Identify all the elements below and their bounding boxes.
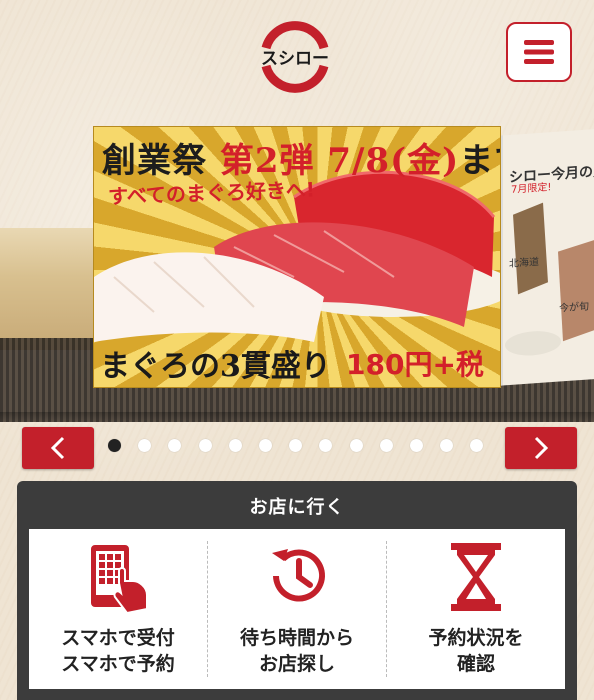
carousel-dot[interactable] [440, 439, 454, 452]
reserve-by-phone-label: スマホで受付 スマホで予約 [61, 627, 175, 675]
next-banner-note1: 北海道 [509, 256, 539, 271]
menu-button[interactable] [506, 22, 572, 82]
store-panel-title: お店に行く [249, 497, 345, 518]
chevron-left-icon [50, 436, 65, 460]
carousel-dot[interactable] [228, 439, 242, 452]
promo-carousel[interactable]: 創業祭 第2弾 7/8(金)まで! すべてのまぐろ好きへ! まぐろの3貫盛り 1… [0, 120, 594, 480]
reserve-by-phone-button[interactable]: スマホで受付 スマホで予約 [29, 529, 207, 689]
hourglass-icon [451, 543, 501, 611]
promo-banner-next[interactable]: シロー今月の太 7月限定! 北海道 今が旬 [501, 128, 594, 386]
carousel-dot[interactable] [289, 439, 303, 452]
logo-text: スシロー [261, 49, 329, 68]
carousel-dot[interactable] [349, 439, 363, 452]
carousel-dot[interactable] [138, 439, 152, 452]
chevron-right-icon [534, 436, 549, 460]
counter-shadow [0, 412, 594, 422]
banner-title-suffix: まで! [459, 141, 500, 181]
carousel-dot[interactable] [259, 439, 272, 452]
next-banner-note2: 今が旬 [559, 301, 589, 315]
store-panel: お店に行く スマホで受付 スマホで予約 待ち時間から お店探し 予約状況を 確認 [17, 481, 577, 700]
carousel-dot[interactable] [410, 439, 423, 452]
banner-product: まぐろの3貫盛り [100, 349, 331, 384]
carousel-dot[interactable] [319, 439, 333, 452]
sushiro-logo[interactable]: スシロー [254, 14, 336, 100]
carousel-next-button[interactable] [505, 427, 577, 469]
promo-banner-tuna[interactable]: 創業祭 第2弾 7/8(金)まで! すべてのまぐろ好きへ! まぐろの3貫盛り 1… [93, 126, 501, 388]
carousel-prev-button[interactable] [22, 427, 94, 469]
wait-time-search-label: 待ち時間から お店探し [239, 627, 354, 675]
reservation-status-button[interactable]: 予約状況を 確認 [387, 529, 565, 689]
carousel-dot[interactable] [379, 439, 393, 452]
store-panel-body: スマホで受付 スマホで予約 待ち時間から お店探し 予約状況を 確認 [29, 529, 565, 689]
carousel-dot[interactable] [470, 439, 484, 452]
carousel-dot[interactable] [168, 439, 182, 452]
carousel-dot[interactable] [108, 439, 121, 452]
banner-price: 180円+税 [346, 348, 484, 381]
banner-title-prefix: 創業祭 [102, 141, 207, 181]
carousel-dot[interactable] [198, 439, 212, 452]
header: スシロー [0, 0, 594, 118]
wait-time-search-button[interactable]: 待ち時間から お店探し [208, 529, 386, 689]
smartphone-tap-icon [91, 545, 148, 615]
reservation-status-label: 予約状況を 確認 [428, 627, 524, 675]
next-banner-illustration [505, 202, 594, 356]
hamburger-menu-icon [524, 40, 554, 64]
clock-history-icon [272, 549, 325, 602]
